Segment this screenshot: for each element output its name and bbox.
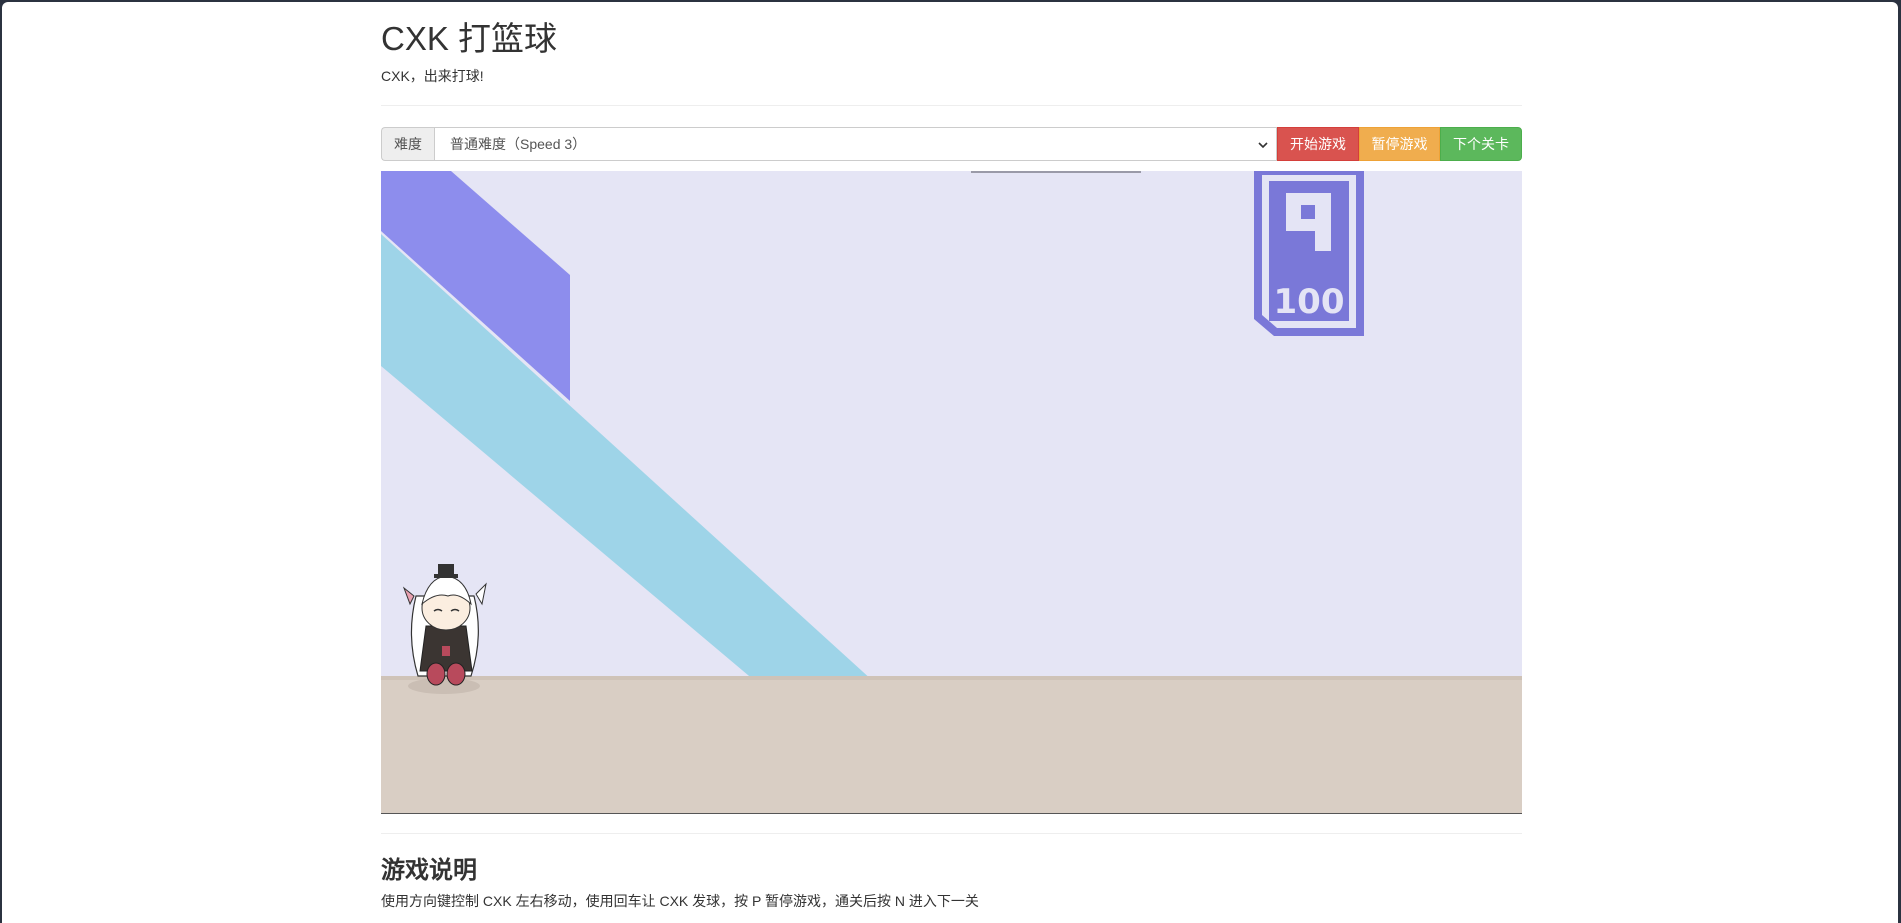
difficulty-label: 难度 bbox=[381, 127, 434, 161]
chevron-down-icon bbox=[1258, 142, 1268, 149]
difficulty-select[interactable]: 普通难度（Speed 3） bbox=[434, 127, 1277, 161]
instructions-title: 游戏说明 bbox=[381, 857, 477, 884]
difficulty-selected-value: 普通难度（Speed 3） bbox=[450, 136, 587, 152]
instructions-line-1: 使用方向键控制 CXK 左右移动，使用回车让 CXK 发球，按 P 暂停游戏，通… bbox=[381, 893, 979, 909]
controls-bar: 难度 普通难度（Speed 3） 开始游戏 暂停游戏 下个关卡 bbox=[381, 127, 1522, 161]
court-floor bbox=[381, 676, 1522, 813]
game-canvas[interactable]: 100 bbox=[381, 171, 1522, 814]
scoreboard-sub-text: 100 bbox=[1274, 282, 1345, 322]
floor-edge bbox=[381, 676, 1522, 680]
page-subtitle: CXK，出来打球! bbox=[381, 68, 484, 84]
browser-page: CXK 打篮球 CXK，出来打球! 难度 普通难度（Speed 3） 开始游戏 … bbox=[2, 2, 1898, 923]
start-game-button[interactable]: 开始游戏 bbox=[1277, 127, 1359, 161]
game-divider bbox=[381, 833, 1522, 834]
next-level-button[interactable]: 下个关卡 bbox=[1440, 127, 1522, 161]
page-title: CXK 打篮球 bbox=[381, 20, 558, 57]
header-divider bbox=[381, 105, 1522, 106]
top-edge-mark bbox=[971, 171, 1141, 173]
pause-game-button[interactable]: 暂停游戏 bbox=[1359, 127, 1440, 161]
game-scene: 100 bbox=[381, 171, 1522, 813]
